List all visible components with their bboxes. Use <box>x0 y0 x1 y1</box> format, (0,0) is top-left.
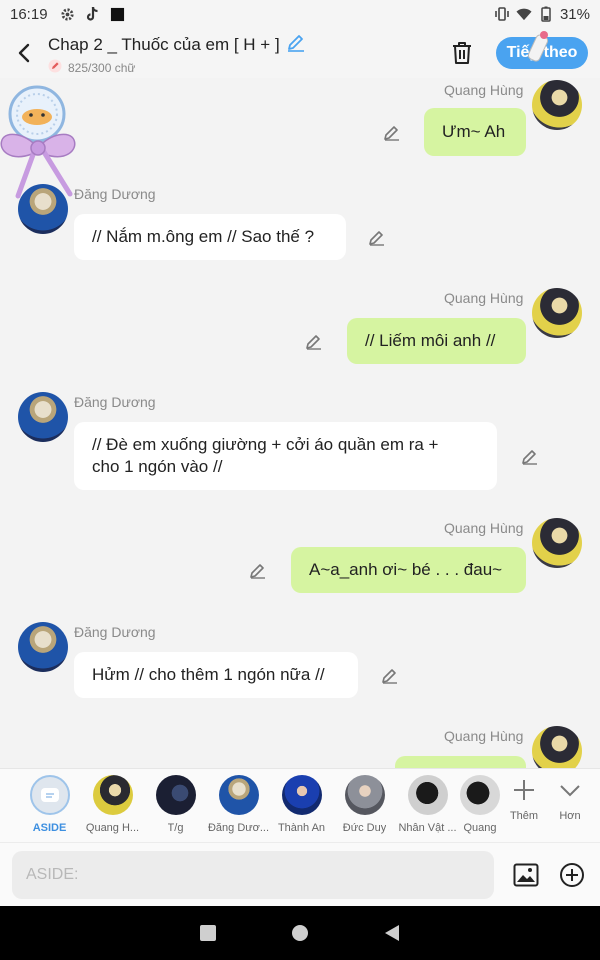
message-text: Ưm~ Ah <box>442 122 506 141</box>
character-aside[interactable]: ASIDE <box>18 769 81 834</box>
chapter-title[interactable]: Chap 2 _ Thuốc của em [ H + ] <box>48 35 280 55</box>
back-button[interactable] <box>0 29 48 77</box>
message-bubble[interactable]: // Liếm môi anh // <box>347 318 526 364</box>
image-icon <box>513 863 539 886</box>
avatar[interactable] <box>532 518 582 568</box>
avatar[interactable] <box>532 726 582 768</box>
avatar <box>407 775 448 815</box>
avatar[interactable] <box>18 622 68 672</box>
wifi-icon <box>516 6 532 22</box>
delete-button[interactable] <box>442 33 482 73</box>
battery-icon <box>538 6 554 22</box>
avatar <box>344 775 385 815</box>
recents-icon[interactable] <box>199 924 217 942</box>
character-nhan-vat[interactable]: Nhân Vật ... <box>396 769 459 834</box>
system-nav-bar <box>0 906 600 960</box>
sender-name: Quang Hùng <box>444 290 524 306</box>
sender-name: Quang Hùng <box>444 82 524 98</box>
avatar <box>281 775 322 815</box>
battery-percent: 31% <box>559 5 590 23</box>
edit-message-icon[interactable] <box>305 332 323 350</box>
back-triangle-icon[interactable] <box>383 924 401 942</box>
aside-icon <box>29 775 70 815</box>
composer <box>0 842 600 906</box>
sender-name: Đăng Dương <box>74 186 156 202</box>
chevron-down-icon <box>560 785 580 797</box>
character-quang[interactable]: Quang <box>459 769 501 834</box>
sticker-bottle-icon <box>527 31 549 62</box>
avatar[interactable] <box>18 184 68 234</box>
character-quang-hung[interactable]: Quang H... <box>81 769 144 834</box>
square-icon <box>110 6 126 22</box>
edit-message-icon[interactable] <box>249 561 267 579</box>
insert-image-button[interactable] <box>512 861 540 889</box>
edit-message-icon[interactable] <box>383 123 401 141</box>
message-text-line-2: cho 1 ngón vào // <box>92 457 223 476</box>
sender-name: Quang Hùng <box>444 520 524 536</box>
character-thanh-an[interactable]: Thành An <box>270 769 333 834</box>
message-bubble[interactable]: // Đè em xuống giường + cởi áo quần em r… <box>74 422 497 490</box>
gear-icon <box>60 6 76 22</box>
character-selector: ASIDE Quang H... T/g Đăng Dươ... Thành A… <box>0 768 600 842</box>
status-time: 16:19 <box>10 5 48 23</box>
status-bar: 16:19 31% <box>0 0 600 28</box>
plus-icon <box>514 780 534 800</box>
character-tg[interactable]: T/g <box>144 769 207 834</box>
avatar <box>460 775 500 815</box>
sender-name: Quang Hùng <box>444 728 524 744</box>
expand-characters-button[interactable]: Hơn <box>547 769 593 822</box>
message-text-line-1: // Đè em xuống giường + cởi áo quần em r… <box>92 435 439 454</box>
message-bubble[interactable]: A~a_anh ơi~ bé . . . đau~ <box>291 547 526 593</box>
trash-icon <box>453 42 471 64</box>
next-chapter-button[interactable]: Tiếp theo <box>496 31 588 69</box>
character-duc-duy[interactable]: Đức Duy <box>333 769 396 834</box>
edit-message-icon[interactable] <box>368 228 386 246</box>
edit-message-icon[interactable] <box>521 447 539 465</box>
edit-message-icon[interactable] <box>381 666 399 684</box>
message-input[interactable] <box>12 850 494 899</box>
add-button[interactable] <box>558 861 586 889</box>
word-count: 825/300 chữ <box>68 60 136 75</box>
avatar[interactable] <box>532 80 582 130</box>
chat-area[interactable]: Quang Hùng Ưm~ Ah Đăng Dương // Nắm m.ôn… <box>0 78 600 768</box>
tiktok-icon <box>85 6 101 22</box>
avatar[interactable] <box>18 392 68 442</box>
vibrate-icon <box>494 6 510 22</box>
message-bubble[interactable] <box>395 756 526 768</box>
back-arrow-icon <box>18 43 30 63</box>
home-icon[interactable] <box>291 924 309 942</box>
message-text: Hửm // cho thêm 1 ngón nữa // <box>92 665 325 684</box>
chapter-header: Chap 2 _ Thuốc của em [ H + ] 825/300 ch… <box>0 28 600 78</box>
avatar[interactable] <box>532 288 582 338</box>
edit-title-icon[interactable] <box>286 32 306 57</box>
sender-name: Đăng Dương <box>74 624 156 640</box>
avatar <box>218 775 259 815</box>
avatar <box>92 775 133 815</box>
message-bubble[interactable]: // Nắm m.ông em // Sao thế ? <box>74 214 346 260</box>
message-text: A~a_anh ơi~ bé . . . đau~ <box>309 560 503 579</box>
message-bubble[interactable]: Ưm~ Ah <box>424 108 526 156</box>
message-text: // Nắm m.ông em // Sao thế ? <box>92 227 315 246</box>
message-bubble[interactable]: Hửm // cho thêm 1 ngón nữa // <box>74 652 358 698</box>
plus-circle-icon <box>560 862 584 887</box>
sender-name: Đăng Dương <box>74 394 156 410</box>
add-character-button[interactable]: Thêm <box>501 769 547 822</box>
pencil-red-icon <box>48 59 62 76</box>
message-text: // Liếm môi anh // <box>365 331 496 350</box>
character-dang-duong[interactable]: Đăng Dươ... <box>207 769 270 834</box>
avatar <box>155 775 196 815</box>
